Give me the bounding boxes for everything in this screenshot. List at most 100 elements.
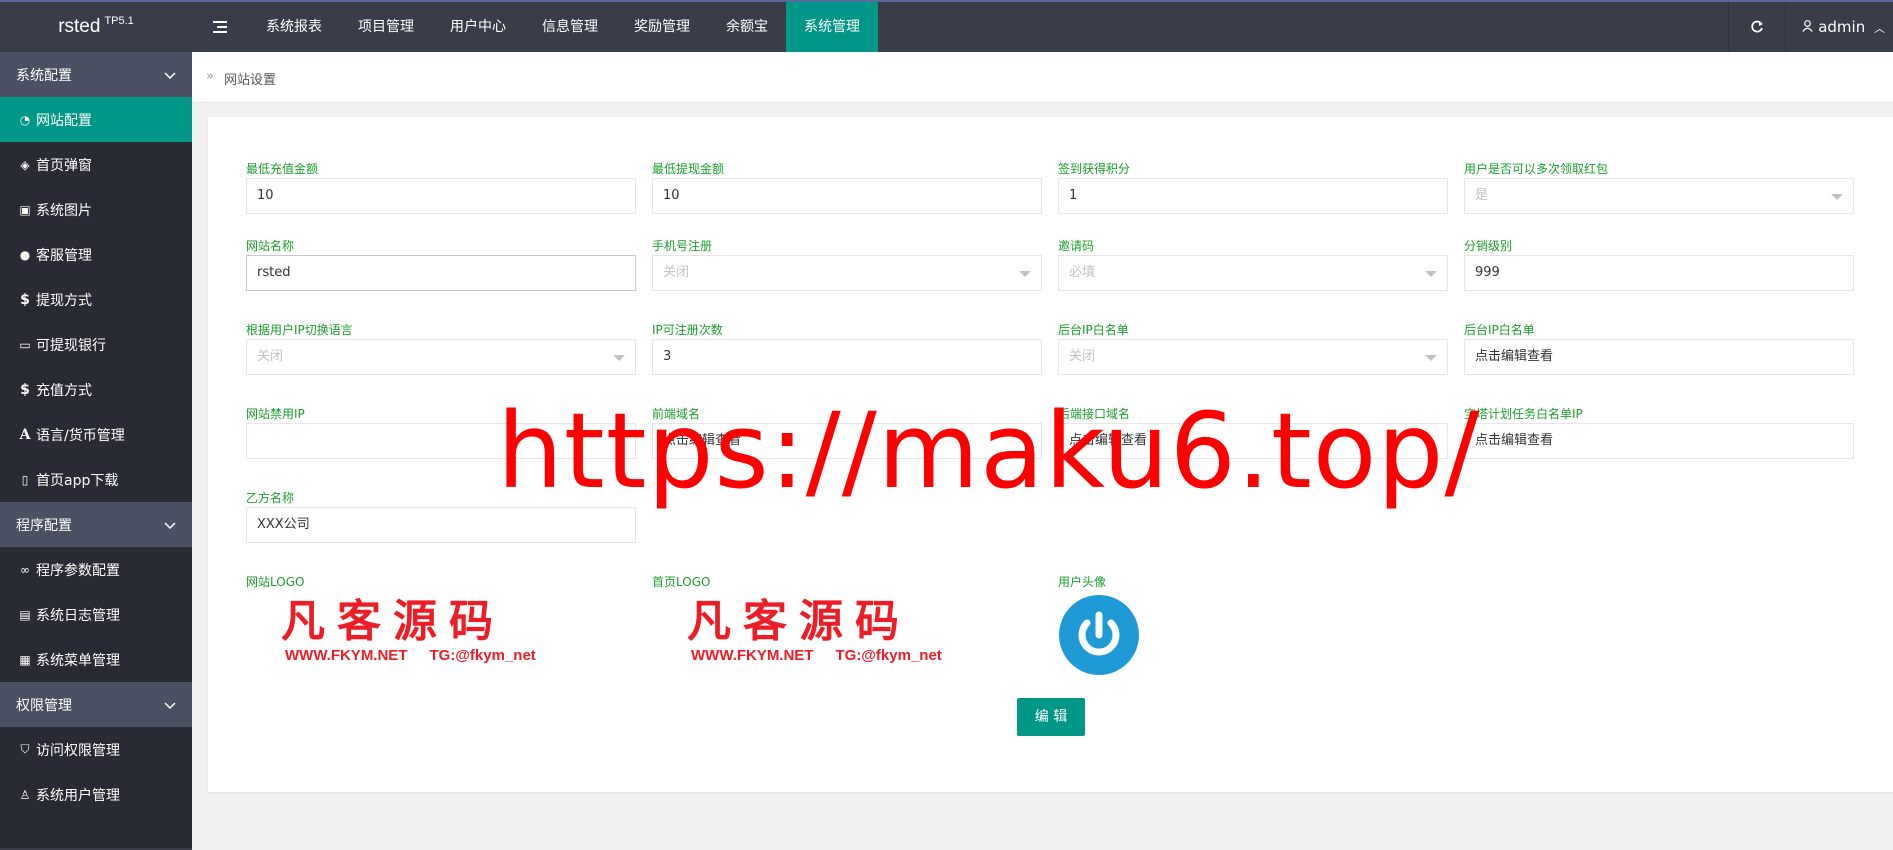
- nav-reward-management[interactable]: 奖励管理: [616, 2, 708, 52]
- min-withdraw-input[interactable]: 10: [652, 178, 1042, 214]
- nav-system-report[interactable]: 系统报表: [248, 2, 340, 52]
- sidebar-item-recharge-methods[interactable]: $ 充值方式: [0, 367, 192, 412]
- sidebar-item-system-logs[interactable]: ▤ 系统日志管理: [0, 592, 192, 637]
- admin-menu[interactable]: admin ︿: [1785, 2, 1893, 52]
- sidebar-item-home-popup[interactable]: ◈ 首页弹窗: [0, 142, 192, 187]
- sidebar-item-withdraw-methods[interactable]: $ 提现方式: [0, 277, 192, 322]
- banned-ip-input[interactable]: [246, 423, 636, 459]
- nav-yuebao[interactable]: 余额宝: [708, 2, 786, 52]
- sidebar-item-label: 系统菜单管理: [36, 652, 120, 669]
- sidebar-item-label: 首页弹窗: [36, 157, 92, 174]
- sidebar-item-access-permissions[interactable]: ⛉ 访问权限管理: [0, 727, 192, 772]
- sidebar-group-system-config[interactable]: 系统配置: [0, 52, 192, 97]
- frontend-domain-input[interactable]: 点击编辑查看: [652, 423, 1042, 459]
- site-logo-label: 网站LOGO: [246, 575, 305, 589]
- image-icon: ▣: [19, 202, 31, 217]
- sidebar-toggle-icon[interactable]: [192, 2, 248, 52]
- field-label: IP可注册次数: [652, 323, 723, 337]
- field-label: 用户是否可以多次领取红包: [1464, 162, 1609, 176]
- field-label: 签到获得积分: [1058, 162, 1131, 176]
- sidebar-item-label: 系统图片: [36, 202, 92, 219]
- site-logo-image[interactable]: 凡客源码 WWW.FKYM.NET TG:@fkym_net: [281, 597, 571, 687]
- field-label: 后端接口域名: [1058, 407, 1131, 421]
- sidebar-group-permissions[interactable]: 权限管理: [0, 682, 192, 727]
- field-label: 手机号注册: [652, 239, 713, 253]
- sidebar: 系统配置 ◔ 网站配置 ◈ 首页弹窗 ▣ 系统图片 ● 客服管理 $ 提现方式 ▭ 可提现银…: [0, 52, 192, 850]
- sidebar-group-program-config[interactable]: 程序配置: [0, 502, 192, 547]
- table-icon: ▦: [19, 652, 31, 667]
- app-logo-version: TP5.1: [104, 15, 134, 27]
- logo-cn-text: 凡客源码: [281, 596, 505, 647]
- logo-en-text: WWW.FKYM.NET TG:@fkym_net: [691, 647, 942, 664]
- home-logo-image[interactable]: 凡客源码 WWW.FKYM.NET TG:@fkym_net: [687, 597, 977, 687]
- chevron-down-icon: [164, 697, 176, 713]
- top-nav: 系统报表 项目管理 用户中心 信息管理 奖励管理 余额宝 系统管理: [248, 2, 878, 52]
- field-bt-task-whitelist: 宝塔计划任务白名单IP 点击编辑查看: [1464, 406, 1854, 459]
- field-multi-redpacket: 用户是否可以多次领取红包 是: [1464, 161, 1854, 214]
- nav-project-management[interactable]: 项目管理: [340, 2, 432, 52]
- field-min-recharge: 最低充值金额 10: [246, 161, 636, 214]
- credit-card-icon: ▭: [19, 337, 31, 352]
- sidebar-item-label: 网站配置: [36, 112, 92, 129]
- field-admin-ip-whitelist-toggle: 后台IP白名单 关闭: [1058, 322, 1448, 375]
- admin-username: admin: [1818, 18, 1866, 36]
- edit-button[interactable]: 编 辑: [1017, 698, 1085, 736]
- refresh-icon[interactable]: [1728, 2, 1785, 52]
- field-label: 根据用户IP切换语言: [246, 323, 353, 337]
- user-icon: [1802, 18, 1818, 36]
- distribution-level-input[interactable]: 999: [1464, 255, 1854, 291]
- field-label: 网站禁用IP: [246, 407, 305, 421]
- sidebar-item-customer-service[interactable]: ● 客服管理: [0, 232, 192, 277]
- field-admin-ip-whitelist: 后台IP白名单 点击编辑查看: [1464, 322, 1854, 375]
- sidebar-item-label: 语言/货币管理: [36, 427, 125, 444]
- sidebar-item-label: 客服管理: [36, 247, 92, 264]
- sidebar-item-label: 访问权限管理: [36, 742, 120, 759]
- phone-register-select[interactable]: 关闭: [652, 255, 1042, 291]
- ip-register-count-input[interactable]: 3: [652, 339, 1042, 375]
- multi-redpacket-select[interactable]: 是: [1464, 178, 1854, 214]
- sidebar-item-system-images[interactable]: ▣ 系统图片: [0, 187, 192, 232]
- min-recharge-input[interactable]: 10: [246, 178, 636, 214]
- sidebar-item-withdraw-banks[interactable]: ▭ 可提现银行: [0, 322, 192, 367]
- top-bar: rsted TP5.1 系统报表 项目管理 用户中心 信息管理 奖励管理 余额宝 …: [0, 0, 1893, 52]
- field-label: 最低充值金额: [246, 162, 319, 176]
- nav-info-management[interactable]: 信息管理: [524, 2, 616, 52]
- sidebar-item-system-menus[interactable]: ▦ 系统菜单管理: [0, 637, 192, 682]
- sidebar-group-label: 程序配置: [16, 517, 72, 534]
- sidebar-item-language-currency[interactable]: A 语言/货币管理: [0, 412, 192, 457]
- avatar-label: 用户头像: [1058, 575, 1107, 589]
- sidebar-item-label: 系统用户管理: [36, 787, 120, 804]
- caret-down-icon: [613, 355, 625, 361]
- field-party-b-name: 乙方名称 XXX公司: [246, 490, 636, 543]
- select-value: 必填: [1069, 265, 1096, 280]
- field-distribution-level: 分销级别 999: [1464, 238, 1854, 291]
- chevron-down-icon: [164, 67, 176, 83]
- sidebar-item-app-download[interactable]: ▯ 首页app下载: [0, 457, 192, 502]
- field-label: 网站名称: [246, 239, 295, 253]
- bt-task-whitelist-input[interactable]: 点击编辑查看: [1464, 423, 1854, 459]
- dashboard-icon: ◔: [19, 112, 31, 127]
- field-label: 乙方名称: [246, 491, 295, 505]
- ip-language-select[interactable]: 关闭: [246, 339, 636, 375]
- party-b-name-input[interactable]: XXX公司: [246, 507, 636, 543]
- sidebar-item-label: 首页app下载: [36, 472, 119, 489]
- sidebar-item-system-users[interactable]: ♙ 系统用户管理: [0, 772, 192, 817]
- invite-code-select[interactable]: 必填: [1058, 255, 1448, 291]
- top-right-tools: admin ︿: [1728, 2, 1893, 52]
- power-icon[interactable]: [1059, 595, 1139, 675]
- sidebar-item-label: 提现方式: [36, 292, 92, 309]
- sidebar-item-program-params[interactable]: ∞ 程序参数配置: [0, 547, 192, 592]
- app-logo-text: rsted: [58, 16, 101, 37]
- field-frontend-domain: 前端域名 点击编辑查看: [652, 406, 1042, 459]
- site-name-input[interactable]: rsted: [246, 255, 636, 291]
- admin-ip-whitelist-input[interactable]: 点击编辑查看: [1464, 339, 1854, 375]
- sidebar-item-site-config[interactable]: ◔ 网站配置: [0, 97, 192, 142]
- sidebar-filler: [0, 817, 192, 848]
- nav-user-center[interactable]: 用户中心: [432, 2, 524, 52]
- field-phone-register: 手机号注册 关闭: [652, 238, 1042, 291]
- admin-ip-whitelist-select[interactable]: 关闭: [1058, 339, 1448, 375]
- checkin-points-input[interactable]: 1: [1058, 178, 1448, 214]
- home-logo-label: 首页LOGO: [652, 575, 711, 589]
- nav-system-management[interactable]: 系统管理: [786, 2, 878, 52]
- backend-domain-input[interactable]: 点击编辑查看: [1058, 423, 1448, 459]
